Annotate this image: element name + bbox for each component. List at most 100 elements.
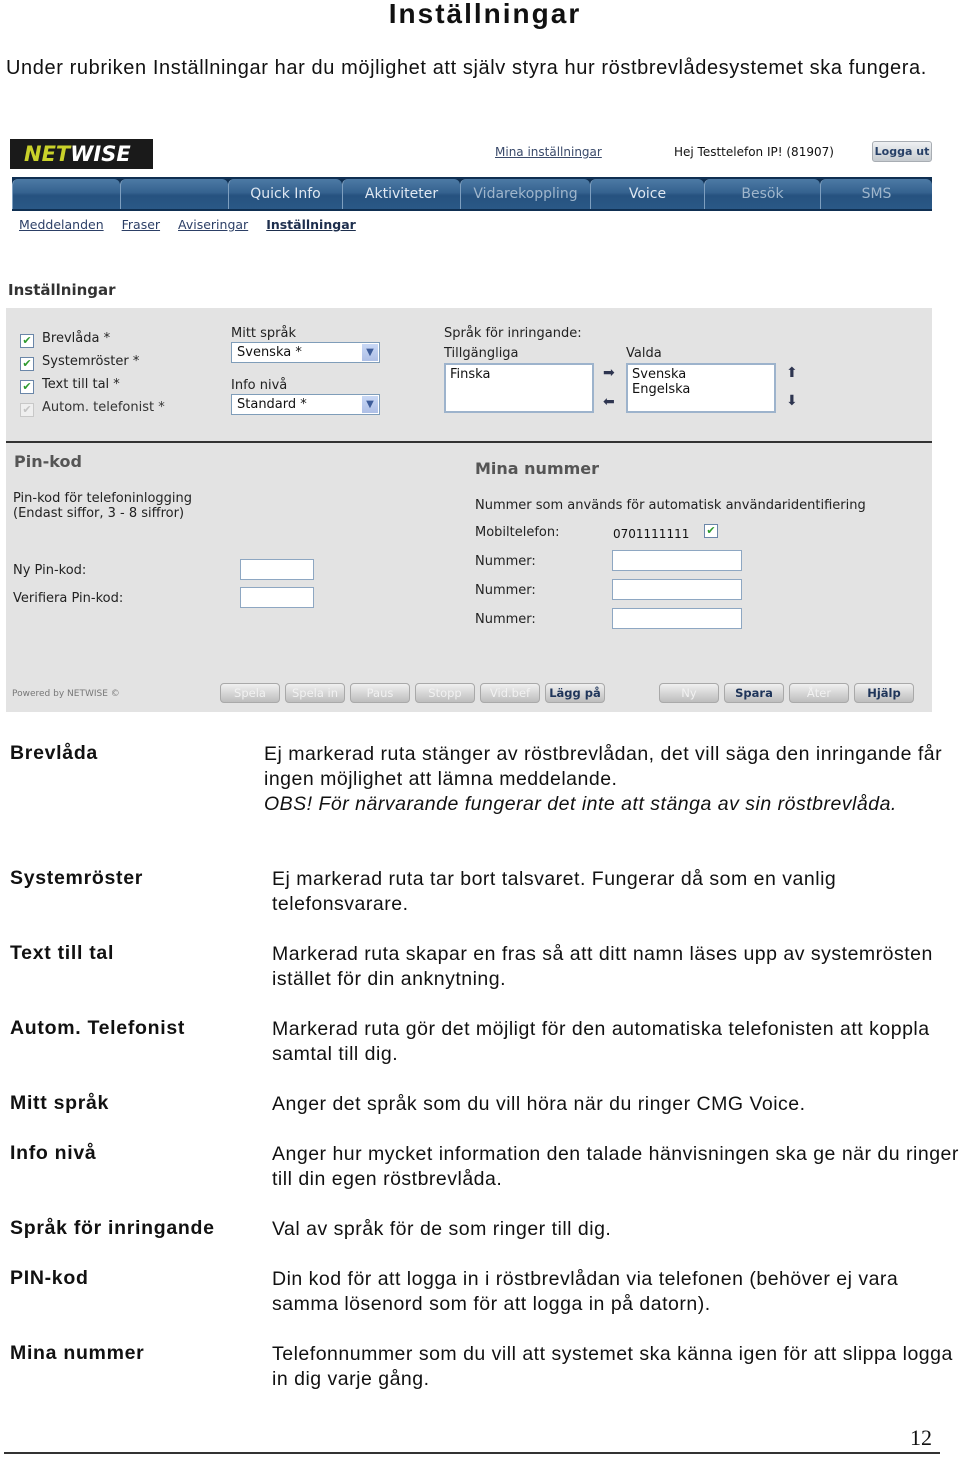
checkbox-systemroster-label: Systemröster * <box>42 354 140 369</box>
tab-aktiviteter[interactable]: Aktiviteter <box>342 179 460 209</box>
info-level-select[interactable]: Standard * ▼ <box>231 394 380 415</box>
definition-text-till-tal: Markerad ruta skapar en fras så att ditt… <box>272 943 933 990</box>
list-item[interactable]: Finska <box>450 367 588 382</box>
definition-systemroster: Ej markerad ruta tar bort talsvaret. Fun… <box>272 868 837 915</box>
checkbox-systemroster[interactable]: ✔ <box>20 357 34 371</box>
tab-quick-info[interactable]: Quick Info <box>228 179 342 209</box>
selected-languages-label: Valda <box>626 346 662 361</box>
settings-panel: ✔ Brevlåda * ✔ Systemröster * ✔ Text till t… <box>6 308 932 441</box>
arrow-up-icon[interactable]: ⬆ <box>786 366 798 380</box>
definition-pin-kod: Din kod för att logga in i röstbrevlådan… <box>272 1268 899 1315</box>
hang-up-button[interactable]: Lägg på <box>545 683 605 703</box>
numbers-section-title: Mina nummer <box>475 459 600 478</box>
chevron-down-icon[interactable]: ▼ <box>362 396 378 413</box>
sub-navigation: Meddelanden Fraser Aviseringar Inställni… <box>19 217 370 232</box>
subnav-installningar[interactable]: Inställningar <box>266 217 356 232</box>
pause-button[interactable]: Paus <box>350 683 410 703</box>
checkbox-text-till-tal-row[interactable]: ✔ Text till tal * <box>20 377 120 397</box>
number-input-1[interactable] <box>612 550 742 571</box>
chevron-down-icon[interactable]: ▼ <box>362 344 378 361</box>
term-mitt-sprak: Mitt språk <box>10 1092 110 1114</box>
checkbox-systemroster-row[interactable]: ✔ Systemröster * <box>20 354 139 374</box>
checkbox-text-till-tal-label: Text till tal * <box>42 377 120 392</box>
page-number: 12 <box>910 1425 932 1450</box>
new-pin-label: Ny Pin-kod: <box>13 563 87 578</box>
tab-blank-1[interactable] <box>12 179 120 209</box>
number-input-3[interactable] <box>612 608 742 629</box>
netwise-logo: NETWISE <box>10 139 153 169</box>
verify-pin-label: Verifiera Pin-kod: <box>13 591 124 606</box>
term-systemroster: Systemröster <box>10 867 144 889</box>
subnav-aviseringar[interactable]: Aviseringar <box>178 217 248 232</box>
record-button[interactable]: Spela in <box>285 683 345 703</box>
arrow-down-icon[interactable]: ⬇ <box>786 394 798 408</box>
list-item[interactable]: Engelska <box>632 382 770 397</box>
tab-besok[interactable]: Besök <box>704 179 820 209</box>
caller-language-label: Språk för inringande: <box>444 326 582 341</box>
number-label-3: Nummer: <box>475 612 536 627</box>
app-screenshot: NETWISE Mina inställningar Hej Testtelef… <box>6 130 932 712</box>
new-button[interactable]: Ny <box>659 683 719 703</box>
settings-section-title: Inställningar <box>8 281 116 299</box>
definition-info-niva: Anger hur mycket information den talade … <box>272 1143 959 1190</box>
checkbox-autom-telefonist-label: Autom. telefonist * <box>42 400 165 415</box>
subnav-meddelanden[interactable]: Meddelanden <box>19 217 104 232</box>
checkbox-autom-telefonist-row: ✔ Autom. telefonist * <box>20 400 165 420</box>
tab-blank-2[interactable] <box>120 179 228 209</box>
stop-button[interactable]: Stopp <box>415 683 475 703</box>
my-language-label: Mitt språk <box>231 326 297 341</box>
available-languages-list[interactable]: Finska <box>444 363 594 413</box>
definition-brevlada: Ej markerad ruta stänger av röstbrevlåda… <box>264 742 954 817</box>
term-text-till-tal: Text till tal <box>10 942 115 964</box>
number-label-2: Nummer: <box>475 583 536 598</box>
checkbox-brevlada[interactable]: ✔ <box>20 334 34 348</box>
selected-languages-list[interactable]: Svenska Engelska <box>626 363 776 413</box>
logo-part-net: NET <box>24 142 71 166</box>
pin-description-line1: Pin-kod för telefoninlogging <box>13 491 193 506</box>
arrow-right-icon[interactable]: ➡ <box>603 366 615 380</box>
arrow-left-icon[interactable]: ⬅ <box>603 395 615 409</box>
tab-sms[interactable]: SMS <box>820 179 932 209</box>
list-item[interactable]: Svenska <box>632 367 770 382</box>
play-button[interactable]: Spela <box>220 683 280 703</box>
definition-autom-telefonist: Markerad ruta gör det möjligt för den au… <box>272 1018 930 1065</box>
page-footer-rule <box>4 1452 940 1454</box>
number-input-2[interactable] <box>612 579 742 600</box>
tab-vidarekoppling[interactable]: Vidarekoppling <box>460 179 590 209</box>
logout-button[interactable]: Logga ut <box>872 141 932 162</box>
mobile-checkbox[interactable]: ✔ <box>704 524 718 538</box>
checkbox-brevlada-label: Brevlåda * <box>42 331 111 346</box>
save-button[interactable]: Spara <box>724 683 784 703</box>
mobile-number-value: 0701111111 <box>613 527 690 541</box>
subnav-fraser[interactable]: Fraser <box>122 217 160 232</box>
definition-mitt-sprak: Anger det språk som du vill höra när du … <box>272 1093 806 1115</box>
my-settings-link[interactable]: Mina inställningar <box>495 145 602 159</box>
checkbox-text-till-tal[interactable]: ✔ <box>20 380 34 394</box>
tab-voice[interactable]: Voice <box>590 179 704 209</box>
pin-section-title: Pin-kod <box>14 452 82 471</box>
back-button[interactable]: Åter <box>789 683 849 703</box>
forward-button[interactable]: Vid.bef <box>480 683 540 703</box>
definition-sprak-for-inringande: Val av språk för de som ringer till dig. <box>272 1218 612 1240</box>
user-greeting: Hej Testtelefon IP! (81907) <box>674 145 834 159</box>
number-label-1: Nummer: <box>475 554 536 569</box>
definition-mina-nummer: Telefonnummer som du vill att systemet s… <box>272 1343 953 1390</box>
verify-pin-input[interactable] <box>240 587 314 608</box>
checkbox-brevlada-row[interactable]: ✔ Brevlåda * <box>20 331 110 351</box>
logo-part-wise: WISE <box>70 142 131 166</box>
definition-text: Ej markerad ruta stänger av röstbrevlåda… <box>264 743 943 790</box>
main-tab-bar: Quick Info Aktiviteter Vidarekoppling Vo… <box>12 177 932 211</box>
term-sprak-for-inringande: Språk för inringande <box>10 1217 215 1239</box>
checkbox-autom-telefonist: ✔ <box>20 403 34 417</box>
pin-and-numbers-panel: Pin-kod Pin-kod för telefoninlogging (En… <box>6 443 932 712</box>
help-button[interactable]: Hjälp <box>854 683 914 703</box>
new-pin-input[interactable] <box>240 559 314 580</box>
numbers-description: Nummer som används för automatisk använd… <box>475 498 866 513</box>
term-info-niva: Info nivå <box>10 1142 97 1164</box>
my-language-select[interactable]: Svenska * ▼ <box>231 342 380 363</box>
info-level-label: Info nivå <box>231 378 288 393</box>
term-pin-kod: PIN-kod <box>10 1267 89 1289</box>
info-level-value: Standard * <box>237 397 307 412</box>
pin-description-line2: (Endast siffor, 3 - 8 siffror) <box>13 506 185 521</box>
my-language-value: Svenska * <box>237 345 302 360</box>
